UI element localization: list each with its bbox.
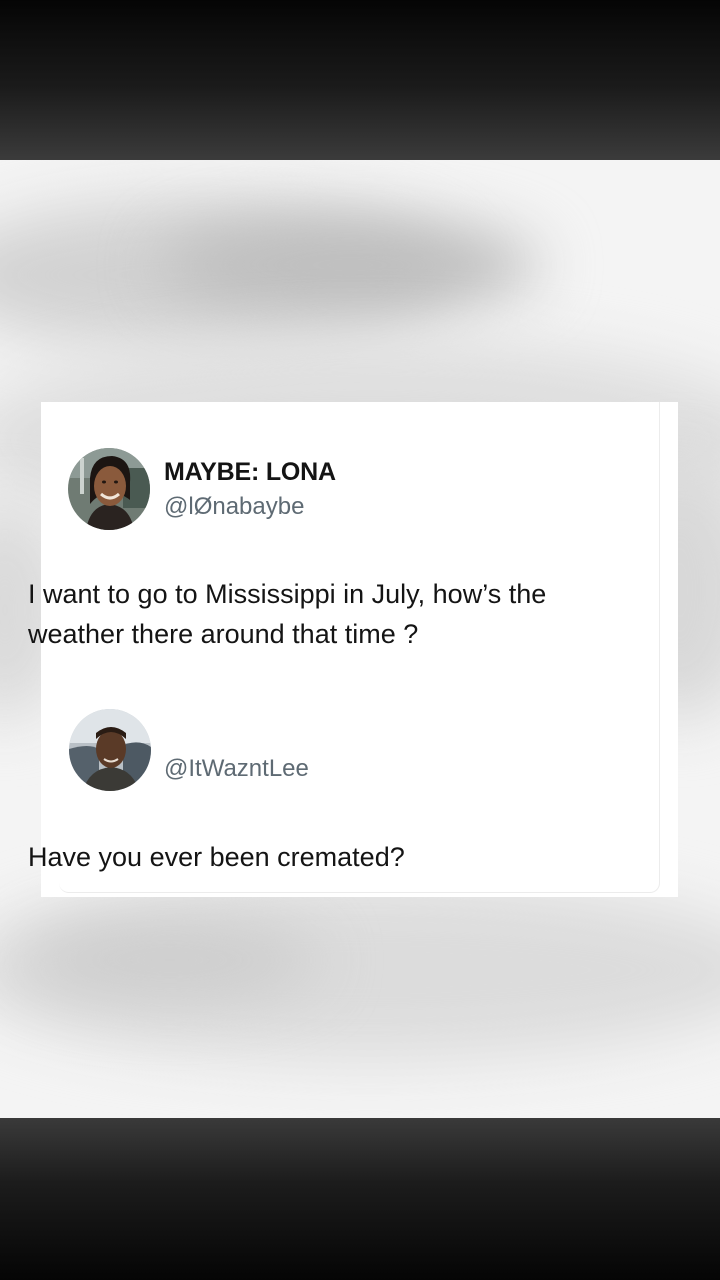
profile-photo-icon bbox=[68, 448, 150, 530]
display-name[interactable]: MAYBE: LONA bbox=[164, 458, 336, 487]
avatar[interactable] bbox=[69, 709, 151, 791]
user-handle[interactable]: @lØnabaybe bbox=[164, 493, 304, 521]
reply-text: Have you ever been cremated? bbox=[28, 842, 405, 872]
top-letterbox bbox=[0, 0, 720, 160]
profile-photo-icon bbox=[69, 709, 151, 791]
user-handle[interactable]: @ItWazntLee bbox=[164, 755, 309, 783]
avatar[interactable] bbox=[68, 448, 150, 530]
bottom-letterbox bbox=[0, 1118, 720, 1280]
tweet-text: I want to go to Mississippi in July, how… bbox=[28, 579, 547, 649]
